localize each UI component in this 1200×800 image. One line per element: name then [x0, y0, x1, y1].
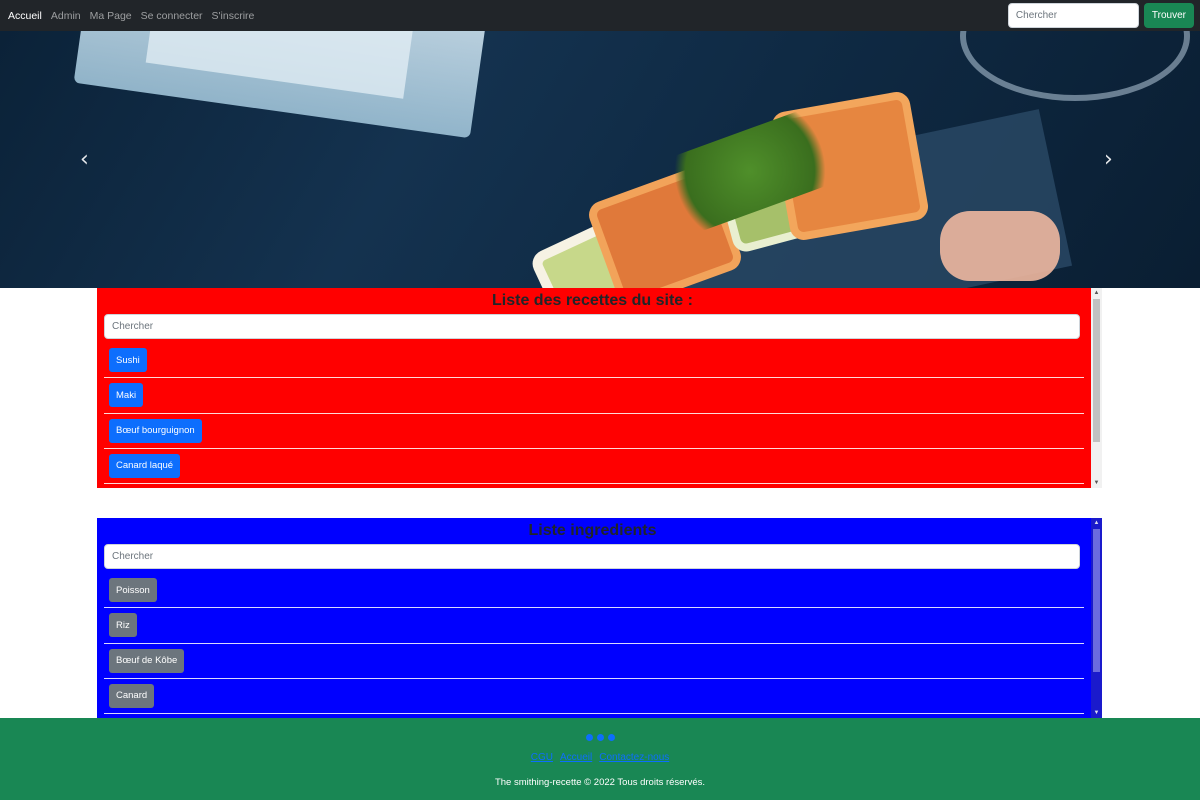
recipe-button-maki[interactable]: Maki	[109, 383, 144, 408]
ingredient-button-poisson[interactable]: Poisson	[109, 578, 157, 603]
ingredient-button-canard[interactable]: Canard	[109, 683, 155, 708]
recipe-button-sushi[interactable]: Sushi	[109, 348, 147, 373]
nav-search-form: Trouver	[1007, 3, 1194, 28]
list-item: Bœuf de Kôbe	[104, 644, 1084, 679]
nav-link-admin[interactable]: Admin	[51, 10, 81, 22]
ingredients-scrollbar[interactable]: ▲ ▼	[1091, 518, 1102, 718]
ingredient-button-riz[interactable]: Riz	[109, 613, 137, 638]
scroll-down-icon[interactable]: ▼	[1091, 708, 1102, 718]
ingredients-list: Poisson Riz Bœuf de Kôbe Canard	[97, 573, 1088, 718]
chevron-left-icon[interactable]: ‹	[80, 149, 89, 171]
nav-search-input[interactable]	[1007, 3, 1139, 28]
chevron-right-icon[interactable]: ›	[1104, 149, 1113, 171]
footer-link-contact[interactable]: Contactez-nous	[599, 752, 669, 763]
ingredients-panel: Liste ingredients Poisson Riz Bœuf de Kô…	[97, 518, 1102, 718]
social-icons	[0, 734, 1200, 741]
nav-link-se-connecter[interactable]: Se connecter	[141, 10, 203, 22]
hero-carousel: ‹ ›	[0, 31, 1200, 288]
top-navbar: Accueil Admin Ma Page Se connecter S'ins…	[0, 0, 1200, 31]
scroll-up-icon[interactable]: ▲	[1091, 518, 1102, 528]
instagram-icon[interactable]	[607, 734, 615, 741]
scroll-thumb[interactable]	[1093, 529, 1100, 672]
ingredient-button-boeuf-de-kobe[interactable]: Bœuf de Kôbe	[109, 648, 185, 673]
nav-search-button[interactable]: Trouver	[1143, 3, 1194, 28]
footer-link-accueil[interactable]: Accueil	[560, 752, 592, 763]
list-item: Canard laqué	[104, 449, 1084, 484]
nav-link-sinscrire[interactable]: S'inscrire	[212, 10, 255, 22]
recipes-search-input[interactable]	[104, 314, 1080, 339]
ingredients-title: Liste ingredients	[528, 522, 657, 539]
twitter-icon[interactable]	[596, 734, 604, 741]
recipe-button-boeuf-bourguignon[interactable]: Bœuf bourguignon	[109, 418, 202, 443]
copyright-text: The smithing-recette © 2022 Tous droits …	[494, 777, 706, 788]
list-item: Sushi	[104, 343, 1084, 379]
nav-link-ma-page[interactable]: Ma Page	[90, 10, 132, 22]
scroll-down-icon[interactable]: ▼	[1091, 478, 1102, 488]
scroll-thumb[interactable]	[1093, 299, 1100, 442]
recipes-scrollbar[interactable]: ▲ ▼	[1091, 288, 1102, 488]
site-footer: CGU Accueil Contactez-nous The smithing-…	[0, 718, 1200, 800]
facebook-icon[interactable]	[585, 734, 593, 741]
list-item: Riz	[104, 608, 1084, 644]
recipes-panel: Liste des recettes du site : Sushi Maki …	[97, 288, 1102, 488]
nav-link-accueil[interactable]: Accueil	[8, 10, 42, 22]
list-item: Bœuf bourguignon	[104, 414, 1084, 449]
list-item	[104, 484, 1084, 488]
recipes-title: Liste des recettes du site :	[492, 292, 693, 309]
footer-link-cgu[interactable]: CGU	[531, 752, 553, 763]
recipe-button-canard-laque[interactable]: Canard laqué	[109, 453, 181, 478]
nav-links: Accueil Admin Ma Page Se connecter S'ins…	[8, 10, 254, 22]
scroll-up-icon[interactable]: ▲	[1091, 288, 1102, 298]
ingredients-search-input[interactable]	[104, 544, 1080, 569]
list-item: Poisson	[104, 573, 1084, 609]
recipes-list: Sushi Maki Bœuf bourguignon Canard laqué	[97, 343, 1088, 488]
list-item: Maki	[104, 378, 1084, 414]
footer-links: CGU Accueil Contactez-nous	[0, 752, 1200, 763]
list-item: Canard	[104, 679, 1084, 714]
